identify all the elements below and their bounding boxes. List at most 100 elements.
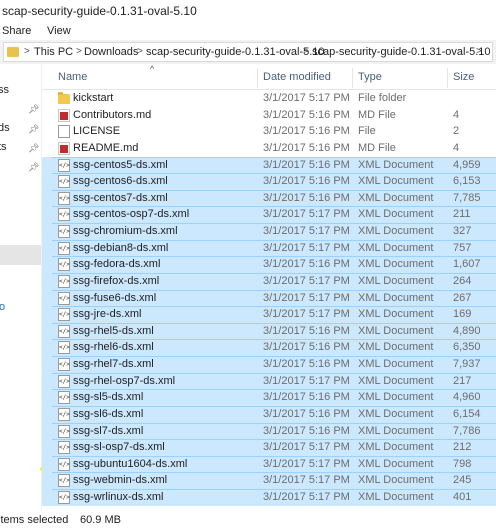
file-name: ssg-ubuntu1604-ds.xml xyxy=(73,457,188,470)
file-size: 169 xyxy=(453,308,472,321)
breadcrumb[interactable]: > This PC > Downloads > scap-security-gu… xyxy=(3,42,493,62)
file-icon xyxy=(58,125,70,139)
sidebar-selected-item[interactable] xyxy=(0,245,41,265)
chevron-right-icon: > xyxy=(24,46,30,57)
sidebar-item-downloads[interactable]: ds xyxy=(0,122,10,134)
sort-ascending-icon: ^ xyxy=(150,64,155,74)
file-type: XML Document xyxy=(358,208,434,221)
file-row[interactable]: ssg-centos6-ds.xml 3/1/2017 5:16 PM XML Do… xyxy=(42,173,496,190)
xml-document-icon xyxy=(58,308,70,322)
xml-document-icon xyxy=(58,457,70,471)
column-header-name[interactable]: Name xyxy=(58,71,87,83)
file-date-modified: 3/1/2017 5:17 PM xyxy=(263,208,350,221)
pin-icon: 📌︎ xyxy=(28,104,40,114)
file-row[interactable]: ssg-rhel6-ds.xml 3/1/2017 5:16 PM XML Docu… xyxy=(42,339,496,356)
file-name: ssg-firefox-ds.xml xyxy=(73,274,160,287)
breadcrumb-scap-subfolder[interactable]: scap-security-guide-0.1.31-oval-5.10 xyxy=(312,46,491,58)
file-name: ssg-sl-osp7-ds.xml xyxy=(73,441,165,454)
file-row[interactable]: ssg-debian8-ds.xml 3/1/2017 5:17 PM XML Do… xyxy=(42,239,496,257)
status-selected-count: items selected xyxy=(0,514,69,526)
file-date-modified: 3/1/2017 5:16 PM xyxy=(263,108,350,121)
file-row[interactable]: LICENSE 3/1/2017 5:16 PM File 2 xyxy=(42,123,496,140)
file-row[interactable]: ssg-sl5-ds.xml 3/1/2017 5:16 PM XML Docume… xyxy=(42,389,496,406)
file-row[interactable]: ssg-chromium-ds.xml 3/1/2017 5:17 PM XML D… xyxy=(42,223,496,240)
file-row[interactable]: ssg-wrlinux-ds.xml 3/1/2017 5:17 PM XML Do… xyxy=(42,489,496,506)
xml-document-icon xyxy=(58,324,70,338)
file-size: 1,607 xyxy=(453,258,481,271)
file-list: kickstart 3/1/2017 5:17 PM File folder Cont… xyxy=(42,90,496,511)
file-row[interactable]: ssg-centos7-ds.xml 3/1/2017 5:16 PM XML Do… xyxy=(42,189,496,207)
file-date-modified: 3/1/2017 5:17 PM xyxy=(263,457,350,470)
file-row[interactable]: ssg-sl-osp7-ds.xml 3/1/2017 5:17 PM XML Do… xyxy=(42,439,496,456)
xml-document-icon xyxy=(58,191,70,205)
file-size: 757 xyxy=(453,241,472,254)
file-type: XML Document xyxy=(358,341,434,354)
file-date-modified: 3/1/2017 5:17 PM xyxy=(263,474,350,487)
breadcrumb-this-pc[interactable]: This PC xyxy=(34,46,73,58)
file-type: XML Document xyxy=(358,358,434,370)
file-row[interactable]: Contributors.md 3/1/2017 5:16 PM MD File 4 xyxy=(42,107,496,124)
file-date-modified: 3/1/2017 5:16 PM xyxy=(263,391,350,404)
file-row[interactable]: ssg-centos5-ds.xml 3/1/2017 5:16 PM XML Do… xyxy=(42,156,496,174)
file-type: MD File xyxy=(358,108,396,121)
file-row[interactable]: ssg-rhel7-ds.xml 3/1/2017 5:16 PM XML Docu… xyxy=(42,356,496,373)
file-type: XML Document xyxy=(358,491,434,503)
file-row[interactable]: ssg-rhel-osp7-ds.xml 3/1/2017 5:17 PM XML … xyxy=(42,372,496,390)
file-row[interactable]: ssg-sl6-ds.xml 3/1/2017 5:16 PM XML Docume… xyxy=(42,405,496,423)
file-row[interactable]: ssg-centos-osp7-ds.xml 3/1/2017 5:17 PM XM… xyxy=(42,206,496,223)
file-name: ssg-sl7-ds.xml xyxy=(73,424,144,437)
md-file-icon xyxy=(58,108,70,122)
column-header-type[interactable]: Type xyxy=(358,71,382,83)
sidebar-item-documents[interactable]: ts xyxy=(0,141,7,153)
file-date-modified: 3/1/2017 5:16 PM xyxy=(263,175,350,188)
file-date-modified: 3/1/2017 5:17 PM xyxy=(263,241,350,254)
file-size: 7,786 xyxy=(453,424,481,437)
xml-document-icon xyxy=(58,407,70,421)
status-bar: items selected 60.9 MB xyxy=(0,511,496,531)
file-row[interactable]: ssg-ubuntu1604-ds.xml 3/1/2017 5:17 PM XML… xyxy=(42,455,496,473)
breadcrumb-downloads[interactable]: Downloads xyxy=(84,46,138,58)
sidebar-item-quick-access[interactable]: ss xyxy=(0,84,9,96)
file-size: 4,959 xyxy=(453,158,481,171)
column-header-size[interactable]: Size xyxy=(453,71,474,83)
xml-document-icon xyxy=(58,391,70,405)
file-row[interactable]: kickstart 3/1/2017 5:17 PM File folder xyxy=(42,90,496,107)
sidebar-item-onedrive[interactable]: o xyxy=(0,301,5,313)
file-row[interactable]: ssg-rhel5-ds.xml 3/1/2017 5:16 PM XML Docu… xyxy=(42,322,496,340)
column-divider[interactable] xyxy=(352,68,353,88)
xml-document-icon xyxy=(58,374,70,388)
file-type: XML Document xyxy=(358,324,434,337)
column-header-date-modified[interactable]: Date modified xyxy=(263,71,331,83)
file-name: README.md xyxy=(73,141,139,154)
file-name: ssg-jre-ds.xml xyxy=(73,308,142,321)
file-size: 4 xyxy=(453,141,460,154)
tab-view[interactable]: View xyxy=(47,25,71,37)
breadcrumb-scap-folder[interactable]: scap-security-guide-0.1.31-oval-5.10 xyxy=(146,46,325,58)
file-row[interactable]: README.md 3/1/2017 5:16 PM MD File 4 xyxy=(42,140,496,157)
file-size: 2 xyxy=(453,125,460,138)
file-row[interactable]: ssg-jre-ds.xml 3/1/2017 5:17 PM XML Docume… xyxy=(42,306,496,323)
chevron-right-icon: > xyxy=(137,46,143,57)
file-name: ssg-centos-osp7-ds.xml xyxy=(73,208,190,221)
file-row[interactable]: ssg-firefox-ds.xml 3/1/2017 5:17 PM XML Do… xyxy=(42,272,496,290)
title-bar: scap-security-guide-0.1.31-oval-5.10 xyxy=(0,0,496,22)
tab-share[interactable]: Share xyxy=(2,25,31,37)
file-row[interactable]: ssg-sl7-ds.xml 3/1/2017 5:16 PM XML Docume… xyxy=(42,422,496,440)
file-date-modified: 3/1/2017 5:16 PM xyxy=(263,358,350,370)
xml-document-icon xyxy=(58,491,70,504)
file-date-modified: 3/1/2017 5:16 PM xyxy=(263,125,350,138)
file-row[interactable]: ssg-fuse6-ds.xml 3/1/2017 5:17 PM XML Docu… xyxy=(42,289,496,307)
column-divider[interactable] xyxy=(447,68,448,88)
file-size: 401 xyxy=(453,491,472,503)
file-type: MD File xyxy=(358,141,396,154)
file-row[interactable]: ssg-fedora-ds.xml 3/1/2017 5:16 PM XML Doc… xyxy=(42,256,496,273)
file-date-modified: 3/1/2017 5:16 PM xyxy=(263,141,350,154)
file-type: XML Document xyxy=(358,474,434,487)
xml-document-icon xyxy=(58,258,70,272)
file-type: XML Document xyxy=(358,291,434,304)
file-row[interactable]: ssg-webmin-ds.xml 3/1/2017 5:17 PM XML Doc… xyxy=(42,472,496,489)
xml-document-icon xyxy=(58,208,70,222)
file-type: XML Document xyxy=(358,258,434,271)
xml-document-icon xyxy=(58,341,70,355)
column-divider[interactable] xyxy=(257,68,258,88)
